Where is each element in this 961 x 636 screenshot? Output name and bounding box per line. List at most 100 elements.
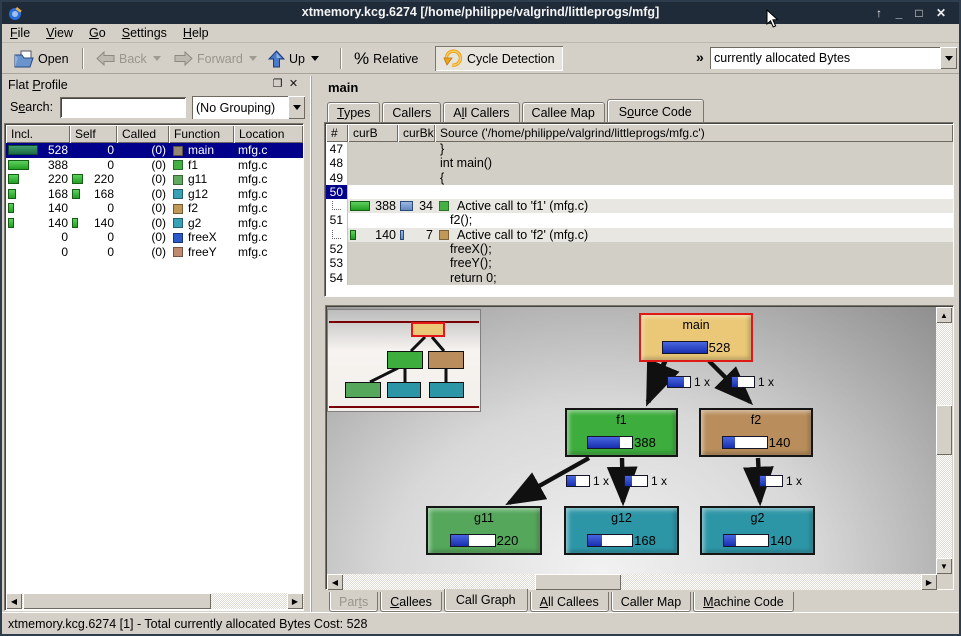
grouping-value: (No Grouping) <box>192 101 288 115</box>
grouping-select[interactable]: (No Grouping) <box>192 96 305 119</box>
graph-node-f2[interactable]: f2140 <box>699 408 813 457</box>
title-bar[interactable]: xtmemory.kcg.6274 [/home/philippe/valgri… <box>2 2 959 24</box>
scroll-up-icon[interactable]: ▲ <box>936 307 952 323</box>
minimize-button[interactable]: _ <box>891 5 907 21</box>
minimap-node-f1 <box>387 351 423 369</box>
menu-view[interactable]: View <box>38 24 81 40</box>
menu-help[interactable]: Help <box>175 24 217 40</box>
scroll-thumb[interactable] <box>23 593 211 609</box>
tab-all-callers[interactable]: All Callers <box>443 102 519 122</box>
flat-profile-row-g12[interactable]: 168168(0)g12mfg.c <box>6 187 303 202</box>
cycle-detection-button[interactable]: Cycle Detection <box>435 46 563 71</box>
tab-caller-map[interactable]: Caller Map <box>611 592 691 612</box>
minimap-node-g11 <box>345 382 381 398</box>
col-incl[interactable]: Incl. <box>6 125 70 143</box>
source-call-row[interactable]: 1407Active call to 'f2' (mfg.c) <box>326 228 953 242</box>
flat-profile-row-main[interactable]: 5280(0)mainmfg.c <box>6 143 303 158</box>
scroll-left-icon[interactable]: ◀ <box>327 574 343 590</box>
close-button[interactable]: ✕ <box>933 5 949 21</box>
source-call-row[interactable]: 38834Active call to 'f1' (mfg.c) <box>326 199 953 213</box>
col-function[interactable]: Function <box>169 125 234 143</box>
scroll-down-icon[interactable]: ▼ <box>936 558 952 574</box>
source-line-row[interactable]: 49{ <box>326 171 953 185</box>
tab-call-graph[interactable]: Call Graph <box>444 589 528 612</box>
forward-dropdown-icon[interactable] <box>249 56 257 61</box>
tab-parts[interactable]: Parts <box>329 592 378 612</box>
flat-profile-row-g2[interactable]: 140140(0)g2mfg.c <box>6 216 303 231</box>
flat-profile-row-freeY[interactable]: 00(0)freeYmfg.c <box>6 245 303 260</box>
forward-label: Forward <box>197 52 243 66</box>
top-tab-bar: TypesCallersAll CallersCallee MapSource … <box>327 99 706 121</box>
tab-types[interactable]: Types <box>327 102 380 122</box>
search-input[interactable] <box>60 97 186 118</box>
tab-source-code[interactable]: Source Code <box>607 99 704 122</box>
vertical-splitter[interactable] <box>305 76 324 612</box>
status-text: xtmemory.kcg.6274 [1] - Total currently … <box>8 617 367 631</box>
flat-profile-row-g11[interactable]: 220220(0)g11mfg.c <box>6 172 303 187</box>
tab-all-callees[interactable]: All Callees <box>530 592 609 612</box>
source-line-row[interactable]: 52freeX(); <box>326 242 953 256</box>
minimap-node-g2 <box>429 382 464 398</box>
event-type-dropdown-icon[interactable] <box>940 47 957 69</box>
back-button[interactable]: Back <box>92 46 165 71</box>
graph-node-main[interactable]: main528 <box>639 313 753 362</box>
event-type-select[interactable]: currently allocated Bytes <box>710 47 957 69</box>
col-line[interactable]: # <box>326 124 348 142</box>
graph-node-f1[interactable]: f1388 <box>565 408 678 457</box>
source-line-row[interactable]: 50f1(); <box>326 185 953 199</box>
col-location[interactable]: Location <box>234 125 303 143</box>
forward-button[interactable]: Forward <box>170 46 261 71</box>
source-line-row[interactable]: 48int main() <box>326 156 953 170</box>
source-line-row[interactable]: 53freeY(); <box>326 256 953 270</box>
scroll-left-icon[interactable]: ◀ <box>6 593 22 609</box>
source-line-row[interactable]: 54return 0; <box>326 271 953 285</box>
menu-settings[interactable]: Settings <box>114 24 175 40</box>
graph-node-g2[interactable]: g2140 <box>700 506 815 555</box>
tab-callers[interactable]: Callers <box>382 102 441 122</box>
flat-profile-rows: 5280(0)mainmfg.c3880(0)f1mfg.c220220(0)g… <box>6 143 303 259</box>
source-line-row[interactable]: 47} <box>326 142 953 156</box>
maximize-button[interactable]: □ <box>911 5 927 21</box>
col-curb[interactable]: curB <box>348 124 398 142</box>
flat-profile-dock-title[interactable]: Flat Profile ❐ ✕ <box>4 76 304 94</box>
call-graph-canvas[interactable]: main528f1388f2140g11220g12168g2140 1 x1 … <box>327 307 937 574</box>
scroll-right-icon[interactable]: ▶ <box>921 574 937 590</box>
dock-close-icon[interactable]: ✕ <box>287 78 300 91</box>
minimap-node-main <box>411 322 445 337</box>
minimap-node-g12 <box>387 382 421 398</box>
call-graph-overview[interactable] <box>327 309 481 412</box>
grouping-dropdown-icon[interactable] <box>288 96 305 119</box>
tab-machine-code[interactable]: Machine Code <box>693 592 794 612</box>
scroll-thumb[interactable] <box>936 405 952 455</box>
scroll-thumb[interactable] <box>535 574 621 590</box>
up-button[interactable]: Up <box>264 46 323 71</box>
tab-callee-map[interactable]: Callee Map <box>522 102 605 122</box>
active-function-title: main <box>328 80 358 95</box>
graph-node-g12[interactable]: g12168 <box>564 506 679 555</box>
back-dropdown-icon[interactable] <box>153 56 161 61</box>
relative-button[interactable]: % Relative <box>350 46 422 71</box>
col-source[interactable]: Source ('/home/philippe/valgrind/littlep… <box>435 124 953 142</box>
col-called[interactable]: Called <box>117 125 169 143</box>
up-dropdown-icon[interactable] <box>311 56 319 61</box>
scroll-right-icon[interactable]: ▶ <box>287 593 303 609</box>
flat-profile-header: Incl. Self Called Function Location <box>6 125 303 143</box>
tab-callees[interactable]: Callees <box>380 592 442 612</box>
dock-float-icon[interactable]: ❐ <box>271 78 284 91</box>
bottom-tab-bar: PartsCalleesCall GraphAll CalleesCaller … <box>329 589 796 611</box>
graph-node-g11[interactable]: g11220 <box>426 506 542 555</box>
event-type-value: currently allocated Bytes <box>710 51 940 65</box>
col-curbk[interactable]: curBk <box>398 124 435 142</box>
flat-profile-row-freeX[interactable]: 00(0)freeXmfg.c <box>6 230 303 245</box>
source-line-row[interactable]: 51f2(); <box>326 213 953 227</box>
source-header: # curB curBk Source ('/home/philippe/val… <box>326 124 953 142</box>
toolbar-overflow-chevron[interactable]: » <box>696 49 704 65</box>
flat-profile-row-f1[interactable]: 3880(0)f1mfg.c <box>6 158 303 173</box>
menu-file[interactable]: File <box>2 24 38 40</box>
open-button[interactable]: Open <box>10 46 73 71</box>
col-self[interactable]: Self <box>70 125 117 143</box>
edge-label-f1-g12: 1 x <box>624 474 667 488</box>
menu-go[interactable]: Go <box>81 24 114 40</box>
flat-profile-row-f2[interactable]: 1400(0)f2mfg.c <box>6 201 303 216</box>
keep-above-button[interactable]: ↑ <box>871 5 887 21</box>
